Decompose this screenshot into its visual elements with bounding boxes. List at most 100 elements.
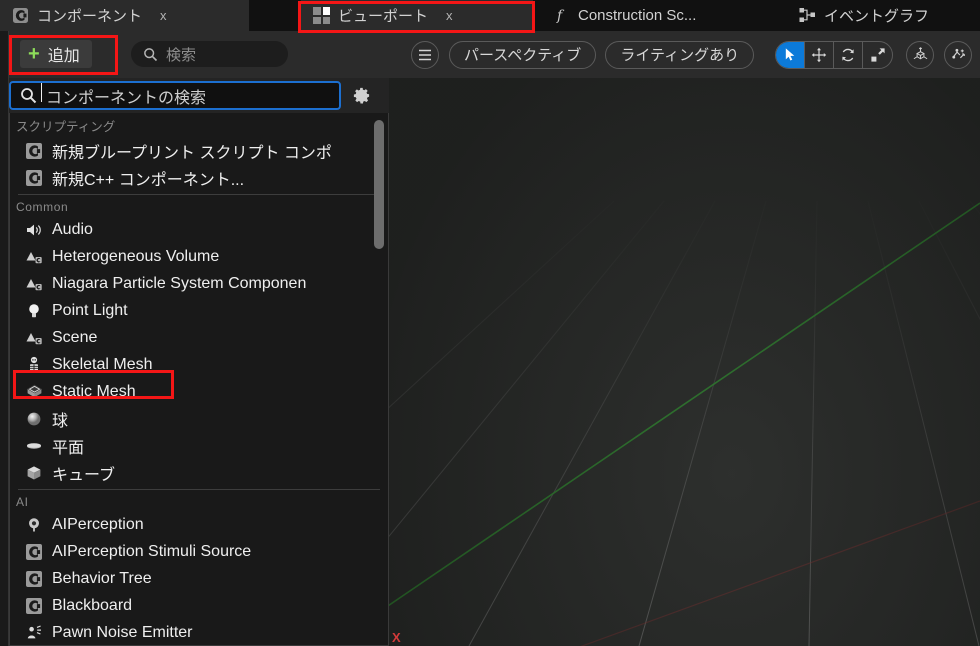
lighting-mode-label: ライティングあり [620,47,740,64]
move-arrows-icon [811,47,827,62]
list-item-static-mesh[interactable]: Static Mesh [10,378,388,405]
list-item[interactable]: Skeletal Mesh [10,351,388,378]
list-item[interactable]: AIPerception [10,511,388,538]
list-item[interactable]: AIPerception Stimuli Source [10,538,388,565]
blueprint-class-icon [24,542,44,562]
list-item-label: Niagara Particle System Componen [52,274,307,292]
viewport-grid-icon [313,7,330,24]
scale-tool-button[interactable] [863,42,892,68]
viewport-menu-button[interactable] [411,40,439,69]
panel-search-box[interactable]: 検索 [131,41,288,67]
scale-corners-icon [871,47,885,62]
svg-text:f: f [556,8,565,24]
viewport-grid [389,31,980,646]
list-item-label: Blackboard [52,596,133,614]
list-item-label: Static Mesh [52,382,136,400]
cube-icon [24,463,44,483]
rotate-arrows-icon [842,48,854,61]
sphere-icon [24,409,44,429]
list-item-label: AIPerception Stimuli Source [52,542,252,560]
search-input-value: コンポーネントの検索 [41,82,206,108]
view-mode-label: パースペクティブ [464,47,582,64]
search-icon [144,47,158,61]
dropdown-scrollbar[interactable] [374,117,384,642]
blueprint-class-icon [24,168,44,188]
rotate-tool-button[interactable] [834,41,864,68]
viewport-3d-scene[interactable] [389,31,980,646]
viewport-toolbar: パースペクティブ ライティングあり [389,31,980,78]
add-button-label: 追加 [47,48,80,65]
section-header-common: Common [16,200,69,214]
list-item[interactable]: Heterogeneous Volume [10,243,388,270]
tab-event-graph[interactable]: イベントグラフ [787,0,977,31]
list-item[interactable]: Audio [10,216,388,243]
blueprint-icon [12,7,29,24]
list-item[interactable]: Point Light [10,297,388,324]
component-search-input[interactable]: コンポーネントの検索 [9,81,341,110]
blueprint-class-icon [24,141,44,161]
list-item-label: Behavior Tree [52,569,152,587]
axis-label-x: X [392,630,401,645]
volume-component-icon [24,328,44,348]
tab-label: コンポーネント [37,8,143,25]
select-tool-button[interactable] [776,41,806,68]
blueprint-class-icon [24,596,44,616]
list-item[interactable]: Behavior Tree [10,565,388,592]
list-item[interactable]: キューブ [10,459,388,486]
close-icon[interactable]: x [446,8,453,23]
lighting-mode-button[interactable]: ライティングあり [605,40,755,69]
list-item[interactable]: Blackboard [10,592,388,619]
list-item[interactable]: 新規C++ コンポーネント... [10,164,388,191]
tab-viewport[interactable]: ビューポート x [301,0,533,31]
list-item-label: キューブ [52,466,116,484]
component-settings-button[interactable] [348,82,374,108]
surface-snap-icon [951,48,965,59]
app-root: X コンポーネント x ビューポート x f Construction Sc..… [0,0,980,646]
list-item[interactable]: 新規ブループリント スクリプト コンポ [10,137,388,164]
transform-tool-group [775,40,894,69]
perception-icon [24,515,44,535]
world-axis-cube-icon [913,47,927,60]
search-placeholder: 検索 [166,46,197,64]
section-divider [18,489,380,490]
list-item[interactable]: Niagara Particle System Componen [10,270,388,297]
section-divider [18,194,380,195]
hamburger-icon [419,49,431,60]
component-picker-dropdown[interactable]: スクリプティング 新規ブループリント スクリプト コンポ 新規C++ コンポーネ… [9,113,389,646]
panel-left-edge[interactable] [0,31,9,646]
list-item[interactable]: Scene [10,324,388,351]
list-item-label: Scene [52,328,98,346]
speaker-icon [24,220,44,240]
list-item-label: 球 [52,412,69,430]
list-item-label: 平面 [52,439,85,457]
editor-tab-bar: コンポーネント x ビューポート x f Construction Sc... [0,0,980,31]
tab-construction-script[interactable]: f Construction Sc... [541,0,773,31]
gear-icon [353,87,369,104]
cursor-arrow-icon [785,48,794,61]
list-item-label: Point Light [52,301,128,319]
view-mode-button[interactable]: パースペクティブ [449,40,597,69]
tab-label: ビューポート [338,8,429,25]
tab-components[interactable]: コンポーネント x [0,0,249,31]
list-item-label: Audio [52,220,93,238]
add-component-button[interactable]: + 追加 [20,40,92,68]
list-item-label: 新規C++ コンポーネント... [52,171,245,189]
list-item[interactable]: Pawn Noise Emitter [10,619,388,645]
text-caret [41,82,42,102]
scrollbar-thumb[interactable] [374,120,384,249]
light-bulb-icon [24,301,44,321]
function-icon: f [553,7,570,24]
list-item[interactable]: 平面 [10,432,388,459]
section-header-scripting: スクリプティング [16,120,116,134]
tab-label: Construction Sc... [578,7,697,24]
list-item-label: AIPerception [52,515,144,533]
tab-label: イベントグラフ [824,8,930,25]
snapping-button[interactable] [944,40,973,69]
skeleton-icon [24,355,44,375]
list-item-label: 新規ブループリント スクリプト コンポ [52,144,332,162]
list-item[interactable]: 球 [10,405,388,432]
close-icon[interactable]: x [160,8,167,23]
coordinate-system-button[interactable] [906,40,935,69]
move-tool-button[interactable] [805,41,835,68]
list-item-label: Heterogeneous Volume [52,247,220,265]
